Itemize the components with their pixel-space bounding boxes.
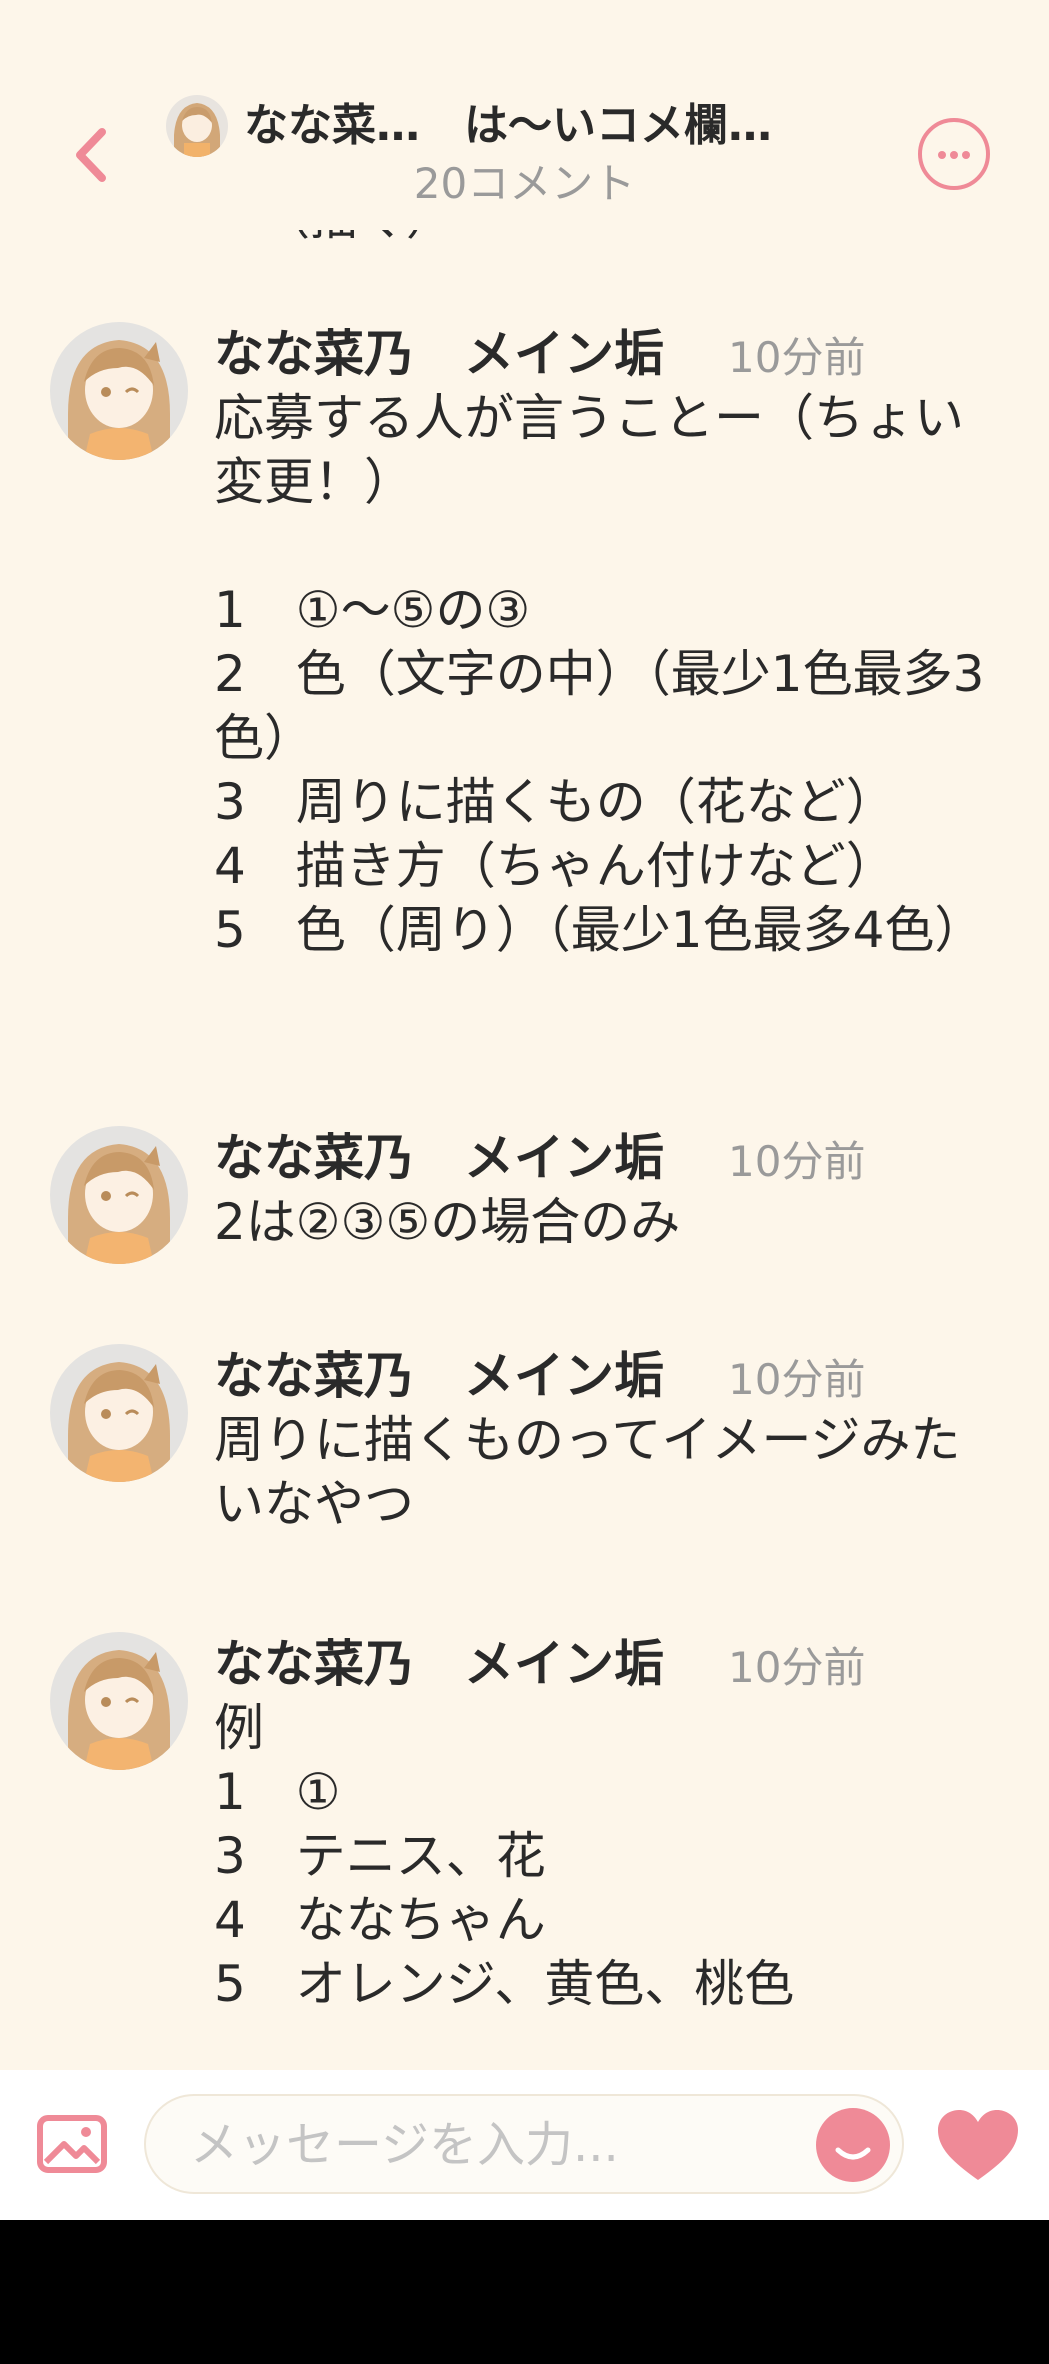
avatar[interactable] — [50, 1632, 188, 1770]
comment-time: 10分前 — [728, 333, 866, 382]
emoji-icon — [835, 2147, 871, 2160]
more-horizontal-icon-dot — [950, 151, 958, 159]
comment-count: 20コメント — [413, 159, 636, 208]
emoji-button[interactable] — [816, 2108, 890, 2182]
avatar[interactable] — [50, 322, 188, 460]
system-navigation-bar — [0, 2220, 1049, 2364]
comment-author[interactable]: なな菜乃 メイン垢 — [214, 322, 664, 386]
avatar[interactable] — [50, 1126, 188, 1264]
comment-body: 応募する人が言うことー（ちょい変更！） 1 ①〜⑤の③ 2 色（文字の中）（最少… — [214, 389, 985, 959]
heart-icon — [938, 2110, 1018, 2180]
more-horizontal-icon-dot — [962, 151, 970, 159]
comment-time: 10分前 — [728, 1355, 866, 1404]
attach-image-button[interactable] — [36, 2114, 108, 2174]
message-input[interactable]: メッセージを入力... — [144, 2094, 904, 2194]
chat-header: なな菜… は〜いコメ欄… 20コメント — [0, 0, 1049, 230]
avatar[interactable] — [50, 1344, 188, 1482]
comment-body: 例 1 ① 3 テニス、花 4 ななちゃん 5 オレンジ、黄色、桃色 — [214, 1699, 795, 2013]
message-composer: メッセージを入力... — [0, 2070, 1049, 2220]
more-options-button[interactable] — [918, 118, 990, 190]
comment-author[interactable]: なな菜乃 メイン垢 — [214, 1344, 664, 1408]
like-button[interactable] — [936, 2108, 1020, 2182]
more-horizontal-icon — [938, 151, 946, 159]
group-avatar[interactable] — [166, 95, 228, 157]
comment-author[interactable]: なな菜乃 メイン垢 — [214, 1126, 664, 1190]
comment-time: 10分前 — [728, 1137, 866, 1186]
comment-time: 10分前 — [728, 1643, 866, 1692]
comment-body: 2は②③⑤の場合のみ — [214, 1193, 681, 1251]
image-icon — [37, 2115, 107, 2173]
comment-author[interactable]: なな菜乃 メイン垢 — [214, 1632, 664, 1696]
comment-body: 周りに描くものってイメージみたいなやつ — [214, 1411, 961, 1533]
message-placeholder: メッセージを入力... — [190, 2117, 619, 2173]
chat-title: なな菜… は〜いコメ欄… — [244, 100, 772, 151]
